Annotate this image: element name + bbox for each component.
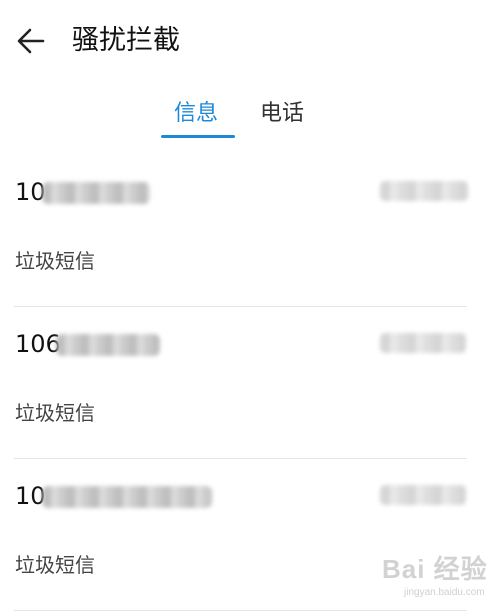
redacted-number xyxy=(42,182,150,204)
redacted-date xyxy=(380,181,468,201)
sender-number: 106 xyxy=(15,330,61,358)
list-item[interactable]: 106 垃圾短信 xyxy=(0,307,500,459)
message-category: 垃圾短信 xyxy=(15,553,95,577)
redacted-number xyxy=(56,334,160,356)
sender-number: 10 xyxy=(15,178,46,206)
message-category: 垃圾短信 xyxy=(15,249,95,273)
tab-calls[interactable]: 电话 xyxy=(260,98,304,130)
page-title: 骚扰拦截 xyxy=(72,25,180,56)
tab-bar: 信息 电话 xyxy=(0,92,500,142)
list-item[interactable]: 10 垃圾短信 xyxy=(0,155,500,307)
redacted-number xyxy=(42,486,212,508)
watermark-brand: Bai 经验 xyxy=(382,554,488,584)
app-header: 骚扰拦截 xyxy=(0,0,500,82)
back-button[interactable] xyxy=(12,22,50,60)
redacted-date xyxy=(380,485,466,505)
watermark: Bai 经验 jingyan.baidu.com xyxy=(382,552,494,604)
tab-messages[interactable]: 信息 xyxy=(174,98,218,130)
sender-number: 10 xyxy=(15,482,46,510)
redacted-date xyxy=(380,333,466,353)
arrow-left-icon xyxy=(17,28,45,54)
blocked-message-list: 10 垃圾短信 106 垃圾短信 10 垃圾短信 xyxy=(0,155,500,611)
tab-active-indicator xyxy=(161,135,235,138)
watermark-url: jingyan.baidu.com xyxy=(404,587,485,598)
message-category: 垃圾短信 xyxy=(15,401,95,425)
